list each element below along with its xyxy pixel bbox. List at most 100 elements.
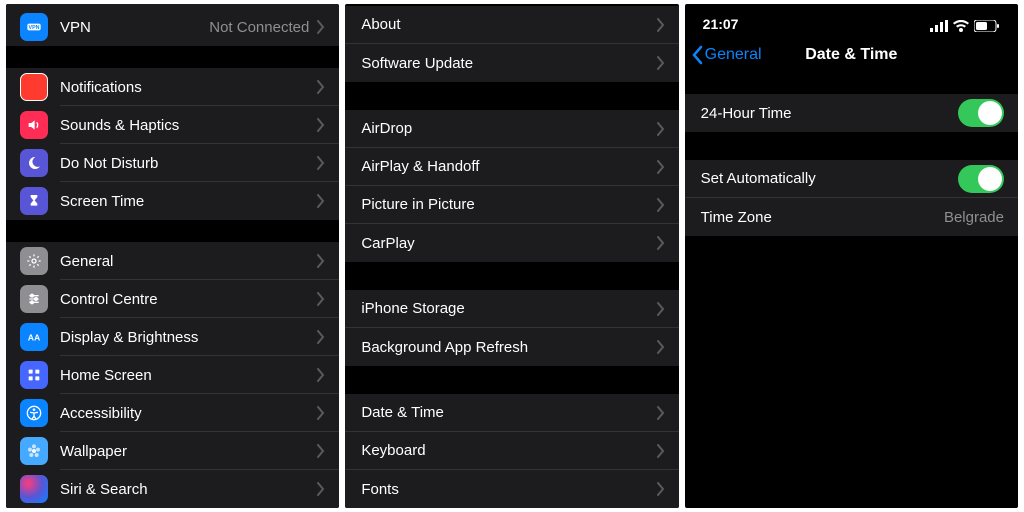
row-label: CarPlay (361, 235, 656, 252)
row-about[interactable]: About (345, 6, 678, 44)
group-datetime: Date & Time Keyboard Fonts (345, 394, 678, 508)
page-title: Date & Time (805, 46, 897, 64)
chevron-right-icon (657, 444, 665, 458)
row-dnd[interactable]: Do Not Disturb (6, 144, 339, 182)
row-control-centre[interactable]: Control Centre (6, 280, 339, 318)
nav-bar: General Date & Time (685, 34, 1018, 76)
row-wallpaper[interactable]: Wallpaper (6, 432, 339, 470)
row-sounds[interactable]: Sounds & Haptics (6, 106, 339, 144)
toggle-auto[interactable] (958, 165, 1004, 193)
row-pip[interactable]: Picture in Picture (345, 186, 678, 224)
row-fonts[interactable]: Fonts (345, 470, 678, 508)
row-storage[interactable]: iPhone Storage (345, 290, 678, 328)
chevron-right-icon (657, 160, 665, 174)
chevron-right-icon (317, 444, 325, 458)
row-label: Accessibility (60, 405, 317, 422)
sliders-icon (20, 285, 48, 313)
group-storage: iPhone Storage Background App Refresh (345, 290, 678, 366)
row-label: 24-Hour Time (701, 105, 958, 122)
row-label: iPhone Storage (361, 300, 656, 317)
svg-text:AA: AA (28, 332, 41, 342)
vpn-value: Not Connected (209, 19, 309, 36)
status-bar: 21:07 (685, 4, 1018, 34)
chevron-right-icon (317, 292, 325, 306)
row-label: Keyboard (361, 442, 656, 459)
row-timezone[interactable]: Time Zone Belgrade (685, 198, 1018, 236)
siri-icon (20, 475, 48, 503)
row-label: Home Screen (60, 367, 317, 384)
speaker-icon (20, 111, 48, 139)
row-label: Notifications (60, 79, 317, 96)
row-label: Siri & Search (60, 481, 317, 498)
chevron-right-icon (657, 406, 665, 420)
battery-icon (974, 20, 1000, 32)
back-label: General (705, 46, 762, 64)
timezone-value: Belgrade (944, 209, 1004, 226)
row-carplay[interactable]: CarPlay (345, 224, 678, 262)
row-label: Date & Time (361, 404, 656, 421)
moon-icon (20, 149, 48, 177)
row-label: About (361, 16, 656, 33)
row-label: General (60, 253, 317, 270)
cellular-icon (930, 20, 948, 32)
row-24h[interactable]: 24-Hour Time (685, 94, 1018, 132)
vpn-label: VPN (60, 19, 209, 36)
row-label: AirDrop (361, 120, 656, 137)
settings-panel-datetime: 21:07 General Date & Time 24-Hour Time S… (685, 4, 1018, 508)
person-icon (20, 399, 48, 427)
row-label: Software Update (361, 55, 656, 72)
grid-icon (20, 361, 48, 389)
row-vpn[interactable]: VPN VPN Not Connected (6, 8, 339, 46)
row-keyboard[interactable]: Keyboard (345, 432, 678, 470)
chevron-right-icon (317, 80, 325, 94)
row-label: Background App Refresh (361, 339, 656, 356)
row-datetime[interactable]: Date & Time (345, 394, 678, 432)
chevron-left-icon (691, 45, 703, 65)
flower-icon (20, 437, 48, 465)
row-label: Fonts (361, 481, 656, 498)
row-siri[interactable]: Siri & Search (6, 470, 339, 508)
chevron-right-icon (657, 340, 665, 354)
group-24h: 24-Hour Time (685, 94, 1018, 132)
row-display[interactable]: AA Display & Brightness (6, 318, 339, 356)
bell-icon (20, 73, 48, 101)
status-indicators (930, 20, 1000, 32)
chevron-right-icon (317, 406, 325, 420)
row-accessibility[interactable]: Accessibility (6, 394, 339, 432)
row-label: Screen Time (60, 193, 317, 210)
chevron-right-icon (317, 118, 325, 132)
row-label: Sounds & Haptics (60, 117, 317, 134)
toggle-24h[interactable] (958, 99, 1004, 127)
hourglass-icon (20, 187, 48, 215)
settings-panel-general: About Software Update AirDrop AirPlay & … (345, 4, 678, 508)
gear-icon (20, 247, 48, 275)
chevron-right-icon (317, 156, 325, 170)
row-label: AirPlay & Handoff (361, 158, 656, 175)
back-button[interactable]: General (691, 34, 762, 76)
row-label: Display & Brightness (60, 329, 317, 346)
chevron-right-icon (317, 254, 325, 268)
group-airdrop: AirDrop AirPlay & Handoff Picture in Pic… (345, 110, 678, 262)
row-homescreen[interactable]: Home Screen (6, 356, 339, 394)
list: 24-Hour Time Set Automatically Time Zone… (685, 94, 1018, 264)
row-label: Control Centre (60, 291, 317, 308)
group-general: General Control Centre AA Display & Brig… (6, 242, 339, 508)
row-notifications[interactable]: Notifications (6, 68, 339, 106)
group-auto: Set Automatically Time Zone Belgrade (685, 160, 1018, 236)
row-bgrefresh[interactable]: Background App Refresh (345, 328, 678, 366)
status-time: 21:07 (703, 16, 739, 32)
chevron-right-icon (657, 198, 665, 212)
row-label: Picture in Picture (361, 196, 656, 213)
row-airplay[interactable]: AirPlay & Handoff (345, 148, 678, 186)
aa-icon: AA (20, 323, 48, 351)
row-software-update[interactable]: Software Update (345, 44, 678, 82)
row-airdrop[interactable]: AirDrop (345, 110, 678, 148)
chevron-right-icon (657, 302, 665, 316)
chevron-right-icon (317, 368, 325, 382)
row-screentime[interactable]: Screen Time (6, 182, 339, 220)
row-general[interactable]: General (6, 242, 339, 280)
chevron-right-icon (657, 18, 665, 32)
row-auto[interactable]: Set Automatically (685, 160, 1018, 198)
group-about: About Software Update (345, 6, 678, 82)
group-notifications: Notifications Sounds & Haptics Do Not Di… (6, 68, 339, 220)
